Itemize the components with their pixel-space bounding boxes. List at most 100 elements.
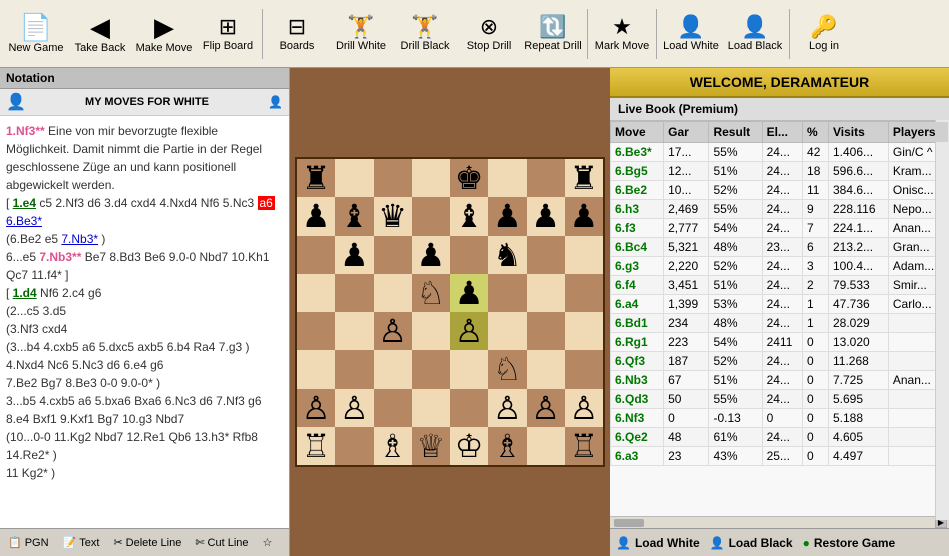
piece-c7[interactable]: ♛ <box>378 200 407 232</box>
square-h8[interactable]: ♜ <box>565 159 603 197</box>
square-h6[interactable] <box>565 236 603 274</box>
piece-a2[interactable]: ♙ <box>302 392 331 424</box>
square-d7[interactable] <box>412 197 450 235</box>
boards-button[interactable]: ⊟ Boards <box>265 3 329 65</box>
scrollbar-thumb[interactable] <box>614 519 644 527</box>
square-f7[interactable]: ♟ <box>488 197 526 235</box>
piece-h8[interactable]: ♜ <box>570 162 599 194</box>
notation-content[interactable]: 1.Nf3** Eine von mir bevorzugte flexible… <box>0 116 289 528</box>
move-cell[interactable]: 6.Be2 <box>611 181 664 200</box>
text-button[interactable]: 📝 Text <box>59 534 104 551</box>
piece-b7[interactable]: ♝ <box>340 200 369 232</box>
login-button[interactable]: 🔑 Log in <box>792 3 856 65</box>
cut-line-button[interactable]: ✄ Cut Line <box>191 534 252 551</box>
stop-drill-button[interactable]: ⊗ Stop Drill <box>457 3 521 65</box>
square-b6[interactable]: ♟ <box>335 236 373 274</box>
square-c1[interactable]: ♗ <box>374 427 412 465</box>
square-h1[interactable]: ♖ <box>565 427 603 465</box>
table-row[interactable]: 6.Qd35055%24...05.695 <box>611 390 949 409</box>
col-visits[interactable]: Visits <box>829 122 889 143</box>
piece-e8[interactable]: ♚ <box>455 162 484 194</box>
piece-f3[interactable]: ♘ <box>493 353 522 385</box>
square-c2[interactable] <box>374 389 412 427</box>
square-e3[interactable] <box>450 350 488 388</box>
square-e1[interactable]: ♔ <box>450 427 488 465</box>
square-h4[interactable] <box>565 312 603 350</box>
square-h7[interactable]: ♟ <box>565 197 603 235</box>
col-move[interactable]: Move <box>611 122 664 143</box>
chess-board[interactable]: ♜ ♚ ♜ ♟ ♝ ♛ ♝ ♟ ♟ ♟ ♟ ♟ ♞ <box>295 157 605 467</box>
square-d5[interactable]: ♘ <box>412 274 450 312</box>
piece-a1[interactable]: ♖ <box>302 430 331 462</box>
square-g3[interactable] <box>527 350 565 388</box>
square-c8[interactable] <box>374 159 412 197</box>
piece-d1[interactable]: ♕ <box>417 430 446 462</box>
livebook-table[interactable]: Move Gar Result El... % Visits Players 6… <box>610 121 949 516</box>
load-black-bottom-button[interactable]: 👤 Load Black <box>710 536 793 550</box>
piece-h7[interactable]: ♟ <box>570 200 599 232</box>
col-players[interactable]: Players <box>888 122 948 143</box>
square-g6[interactable] <box>527 236 565 274</box>
square-e7[interactable]: ♝ <box>450 197 488 235</box>
square-d1[interactable]: ♕ <box>412 427 450 465</box>
table-row[interactable]: 6.f43,45151%24...279.533Smir... <box>611 276 949 295</box>
move-cell[interactable]: 6.Bc4 <box>611 238 664 257</box>
square-a2[interactable]: ♙ <box>297 389 335 427</box>
piece-f1[interactable]: ♗ <box>493 430 522 462</box>
table-row[interactable]: 6.Nf30-0.13005.188 <box>611 409 949 428</box>
square-c4[interactable]: ♙ <box>374 312 412 350</box>
move-cell[interactable]: 6.Bg5 <box>611 162 664 181</box>
square-g1[interactable] <box>527 427 565 465</box>
new-game-button[interactable]: 📄 New Game <box>4 3 68 65</box>
piece-b2[interactable]: ♙ <box>340 392 369 424</box>
square-b3[interactable] <box>335 350 373 388</box>
make-move-button[interactable]: ▶ Make Move <box>132 3 196 65</box>
notation-scrollbar[interactable] <box>935 120 949 520</box>
move-cell[interactable]: 6.Be3* <box>611 143 664 162</box>
piece-d5[interactable]: ♘ <box>417 277 446 309</box>
square-b8[interactable] <box>335 159 373 197</box>
move-cell[interactable]: 6.f4 <box>611 276 664 295</box>
move-cell[interactable]: 6.a3 <box>611 447 664 466</box>
square-b5[interactable] <box>335 274 373 312</box>
square-d6[interactable]: ♟ <box>412 236 450 274</box>
piece-e7[interactable]: ♝ <box>455 200 484 232</box>
square-h3[interactable] <box>565 350 603 388</box>
delete-line-button[interactable]: ✂ Delete Line <box>109 534 185 551</box>
square-f6[interactable]: ♞ <box>488 236 526 274</box>
table-row[interactable]: 6.Bd123448%24...128.029 <box>611 314 949 333</box>
square-e5[interactable]: ♟ <box>450 274 488 312</box>
square-f1[interactable]: ♗ <box>488 427 526 465</box>
move-cell[interactable]: 6.f3 <box>611 219 664 238</box>
piece-h1[interactable]: ♖ <box>570 430 599 462</box>
move-cell[interactable]: 6.Bd1 <box>611 314 664 333</box>
square-h5[interactable] <box>565 274 603 312</box>
move-cell[interactable]: 6.a4 <box>611 295 664 314</box>
square-a5[interactable] <box>297 274 335 312</box>
piece-h2[interactable]: ♙ <box>570 392 599 424</box>
move-cell[interactable]: 6.Qd3 <box>611 390 664 409</box>
square-b2[interactable]: ♙ <box>335 389 373 427</box>
square-b4[interactable] <box>335 312 373 350</box>
piece-d6[interactable]: ♟ <box>417 239 446 271</box>
square-a1[interactable]: ♖ <box>297 427 335 465</box>
square-b1[interactable] <box>335 427 373 465</box>
table-row[interactable]: 6.h32,46955%24...9228.116Nepo... <box>611 200 949 219</box>
move-cell[interactable]: 6.Nb3 <box>611 371 664 390</box>
move-cell[interactable]: 6.h3 <box>611 200 664 219</box>
square-a4[interactable] <box>297 312 335 350</box>
piece-g7[interactable]: ♟ <box>531 200 560 232</box>
square-e6[interactable] <box>450 236 488 274</box>
square-e4[interactable]: ♙ <box>450 312 488 350</box>
take-back-button[interactable]: ◀ Take Back <box>68 3 132 65</box>
table-row[interactable]: 6.f32,77754%24...7224.1...Anan... <box>611 219 949 238</box>
square-f5[interactable] <box>488 274 526 312</box>
square-e8[interactable]: ♚ <box>450 159 488 197</box>
piece-f6[interactable]: ♞ <box>493 239 522 271</box>
move-cell[interactable]: 6.g3 <box>611 257 664 276</box>
square-c5[interactable] <box>374 274 412 312</box>
square-g4[interactable] <box>527 312 565 350</box>
col-gar[interactable]: Gar <box>664 122 709 143</box>
table-row[interactable]: 6.Be210...52%24...11384.6...Onisc... <box>611 181 949 200</box>
table-row[interactable]: 6.Rg122354%2411013.020 <box>611 333 949 352</box>
